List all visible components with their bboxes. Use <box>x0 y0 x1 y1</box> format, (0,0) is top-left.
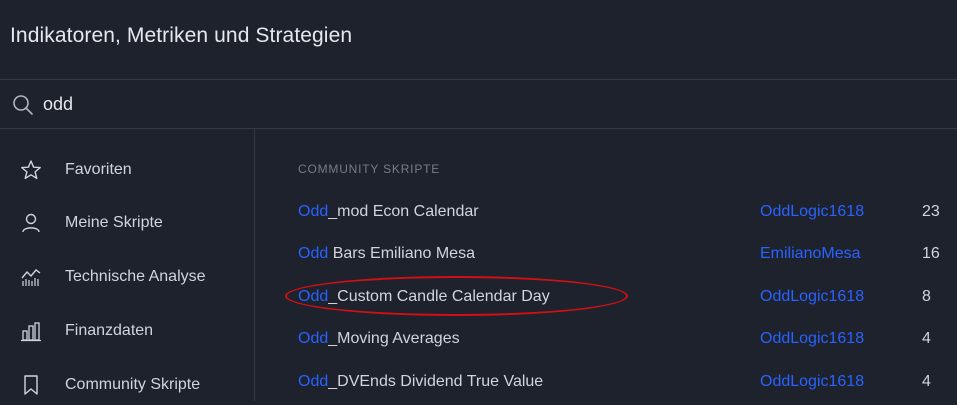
search-match: Odd <box>298 245 329 262</box>
script-name-rest: _DVEnds Dividend True Value <box>328 373 544 390</box>
result-row[interactable]: Odd_DVEnds Dividend True Value OddLogic1… <box>256 362 957 402</box>
author-link[interactable]: OddLogic1618 <box>760 330 864 348</box>
result-row[interactable]: Odd_mod Econ Calendar OddLogic1618 23 <box>256 192 957 232</box>
sidebar-item-finanzdaten[interactable]: Finanzdaten <box>0 311 254 351</box>
sidebar-item-label: Favoriten <box>65 161 132 178</box>
like-count: 23 <box>922 203 940 220</box>
sidebar-item-meine-skripte[interactable]: Meine Skripte <box>0 203 254 243</box>
sidebar-item-community-skripte[interactable]: Community Skripte <box>0 365 254 405</box>
sidebar-item-label: Meine Skripte <box>65 214 163 231</box>
result-row[interactable]: Odd_Moving Averages OddLogic1618 4 <box>256 319 957 359</box>
sidebar-item-favoriten[interactable]: Favoriten <box>0 150 254 190</box>
result-row[interactable]: Odd_Custom Candle Calendar Day OddLogic1… <box>256 277 957 317</box>
search-match: Odd <box>298 330 329 347</box>
search-match: Odd <box>298 203 329 220</box>
search-input[interactable] <box>43 89 923 119</box>
sidebar-item-label: Community Skripte <box>65 376 201 393</box>
results-panel: COMMUNITY SKRIPTE Odd_mod Econ Calendar … <box>256 129 957 401</box>
author-link[interactable]: OddLogic1618 <box>760 203 864 221</box>
author-link[interactable]: EmilianoMesa <box>760 245 860 263</box>
script-name-rest: Bars Emiliano Mesa <box>328 245 475 262</box>
sidebar-item-technische-analyse[interactable]: Technische Analyse <box>0 257 254 297</box>
search-match: Odd <box>298 288 329 305</box>
script-name[interactable]: Odd Bars Emiliano Mesa <box>298 245 475 263</box>
result-row[interactable]: Odd Bars Emiliano Mesa EmilianoMesa 16 <box>256 234 957 274</box>
search-icon <box>12 94 34 116</box>
author-link[interactable]: OddLogic1618 <box>760 373 864 391</box>
category-sidebar: Favoriten Meine Skripte Technische Analy… <box>0 129 255 401</box>
script-name[interactable]: Odd_DVEnds Dividend True Value <box>298 373 543 391</box>
star-icon <box>20 159 42 181</box>
search-bar[interactable] <box>0 81 957 129</box>
sidebar-item-label: Technische Analyse <box>65 268 206 285</box>
dialog-title: Indikatoren, Metriken und Strategien <box>10 24 353 47</box>
bar-chart-icon <box>20 320 42 342</box>
script-name[interactable]: Odd_mod Econ Calendar <box>298 203 479 221</box>
search-match: Odd <box>298 373 329 390</box>
like-count: 16 <box>922 245 940 262</box>
script-name[interactable]: Odd_Custom Candle Calendar Day <box>298 288 550 306</box>
section-title: COMMUNITY SKRIPTE <box>298 162 441 176</box>
author-link[interactable]: OddLogic1618 <box>760 288 864 306</box>
script-name-rest: _Moving Averages <box>328 330 460 347</box>
script-name-rest: _mod Econ Calendar <box>328 203 479 220</box>
script-name[interactable]: Odd_Moving Averages <box>298 330 460 348</box>
bookmark-icon <box>20 374 42 396</box>
like-count: 4 <box>922 330 931 347</box>
like-count: 8 <box>922 288 931 305</box>
sidebar-item-label: Finanzdaten <box>65 322 154 339</box>
script-name-rest: _Custom Candle Calendar Day <box>328 288 550 305</box>
dialog-header: Indikatoren, Metriken und Strategien <box>0 0 957 80</box>
like-count: 4 <box>922 373 931 390</box>
chart-line-icon <box>20 266 42 288</box>
user-icon <box>20 212 42 234</box>
